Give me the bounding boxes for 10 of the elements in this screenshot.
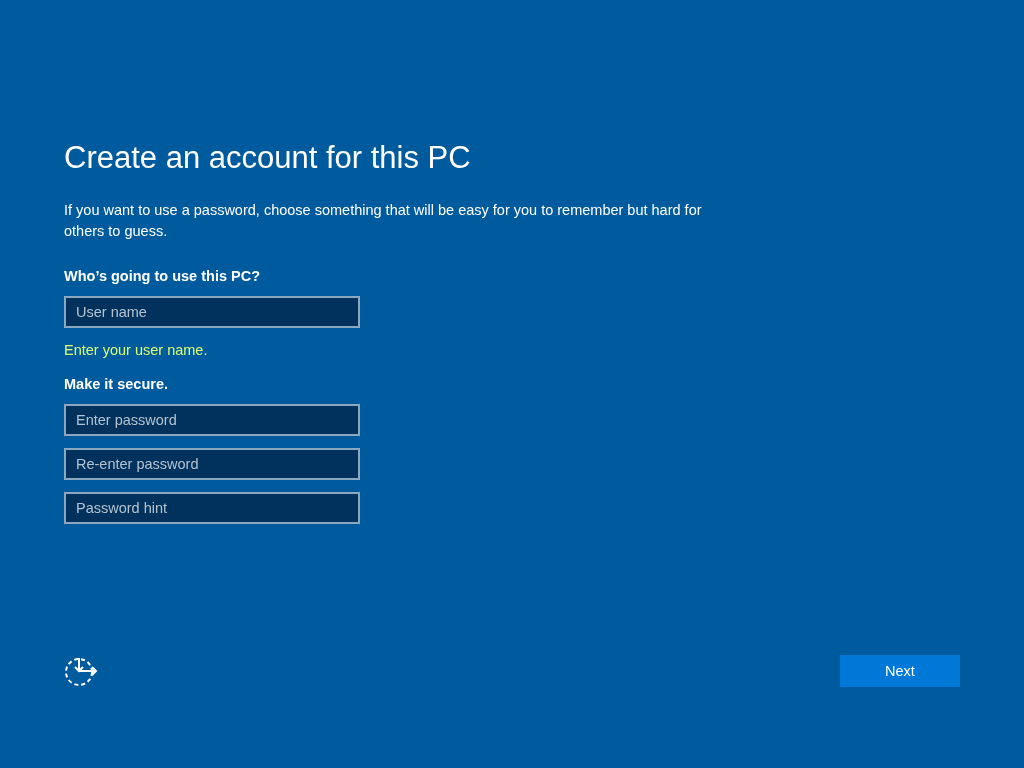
input-field[interactable]: Enter password [64, 404, 360, 436]
input-field[interactable]: Re-enter password [64, 448, 360, 480]
page-title: Create an account for this PC [64, 139, 472, 177]
input-field[interactable]: Password hint [64, 492, 360, 524]
section-label: Make it secure. [64, 375, 169, 394]
next-button[interactable]: Next [840, 655, 960, 687]
error-message: Enter your user name. [64, 341, 209, 360]
input-field[interactable]: User name [64, 296, 360, 328]
description-text: If you want to use a password, choose something that will be easy for you to remember but hard for others to guess. [64, 201, 703, 241]
section-label: Who’s going to use this PC? [64, 267, 261, 286]
